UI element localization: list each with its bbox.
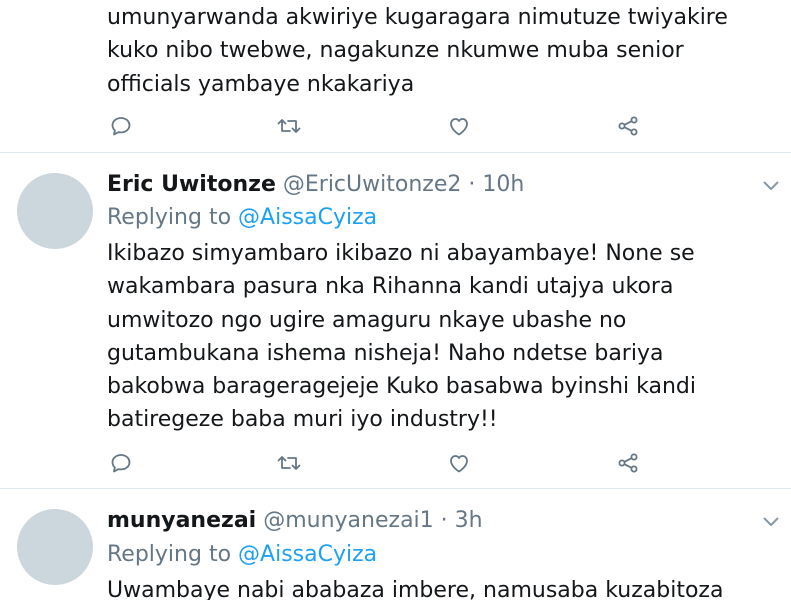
author-name[interactable]: Eric Uwitonze [107,172,276,197]
reply-icon[interactable] [108,450,134,476]
retweet-icon[interactable] [276,450,302,476]
tweet-text: umunyarwanda akwiriye kugaragara nimutuz… [107,1,777,101]
tweet-text-line: Ikibazo simyambaro ikibazo ni abayambaye… [107,241,695,266]
separator: · [468,172,476,197]
tweet-text-line: batiregeze baba muri iyo industry!! [107,407,498,433]
replying-to: Replying to @AissaCyiza [107,203,377,233]
replying-to: Replying to @AissaCyiza [107,540,377,570]
tweet-text: Ikibazo simyambaro ikibazo ni abayambaye… [107,237,777,437]
tweet-header: Eric Uwitonze @EricUwitonze2 · 10h [107,170,524,200]
chevron-down-icon[interactable] [763,181,779,191]
timestamp[interactable]: 10h [482,172,524,197]
avatar[interactable] [17,509,93,585]
tweet-text-line: umwitozo ngo ugire amaguru nkaye ubashe … [107,307,627,333]
share-icon[interactable] [615,113,641,139]
like-icon[interactable] [446,450,472,476]
tweet[interactable]: Eric Uwitonze @EricUwitonze2 · 10h Reply… [0,153,791,488]
like-icon[interactable] [446,113,472,139]
tweet-text-line: kuko nibo twebwe, nagakunze nkumwe muba … [107,38,684,64]
mention-link[interactable]: @AissaCyiza [238,205,377,230]
tweet-text-line: bakobwa barageragejeje Kuko basabwa byin… [107,374,696,400]
tweet[interactable]: munyanezai @munyanezai1 · 3h Replying to… [0,489,791,600]
author-handle[interactable]: @munyanezai1 [263,508,433,533]
tweet-text-line: officials yambaye nkakariya [107,71,415,97]
retweet-icon[interactable] [276,113,302,139]
separator: · [440,508,448,533]
timestamp[interactable]: 3h [455,508,483,533]
tweet-text-line: gutambukana ishema nisheja! Naho ndetse … [107,340,664,366]
tweet-header: munyanezai @munyanezai1 · 3h [107,506,483,536]
avatar[interactable] [17,173,93,249]
tweet-text: Uwambaye nabi ababaza imbere, namusaba k… [107,574,777,600]
tweet-text-line: wakambara pasura nka Rihanna kandi utajy… [107,274,674,300]
replying-label: Replying to [107,205,232,230]
share-icon[interactable] [615,450,641,476]
tweet-text-line: umunyarwanda akwiriye kugaragara nimutuz… [107,5,728,30]
tweet-text-line: Uwambaye nabi ababaza imbere, namusaba k… [107,578,724,600]
chevron-down-icon[interactable] [763,517,779,527]
author-handle[interactable]: @EricUwitonze2 [283,172,461,197]
mention-link[interactable]: @AissaCyiza [238,542,377,567]
replying-label: Replying to [107,542,232,567]
author-name[interactable]: munyanezai [107,508,256,533]
reply-icon[interactable] [108,113,134,139]
tweet[interactable]: umunyarwanda akwiriye kugaragara nimutuz… [0,0,791,152]
